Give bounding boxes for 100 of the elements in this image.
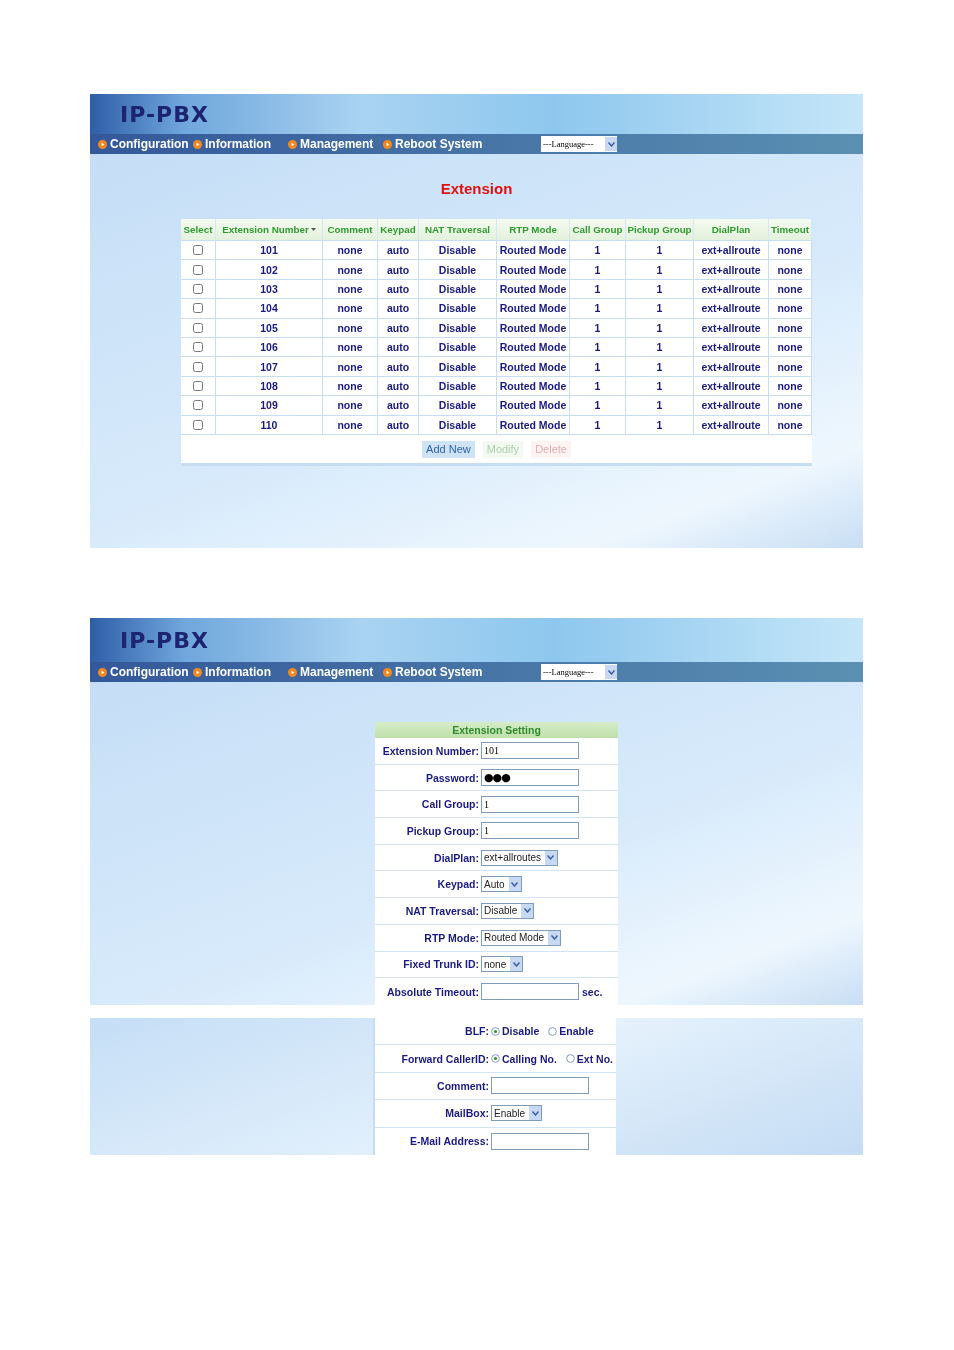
table-cell: none: [323, 279, 378, 299]
table-cell: none: [769, 396, 812, 415]
table-cell: none: [769, 376, 812, 396]
select-field[interactable]: Auto: [481, 876, 522, 893]
table-cell: none: [323, 357, 378, 376]
table-cell: Disable: [419, 337, 497, 357]
table-cell: 1: [570, 241, 626, 260]
table-cell: none: [769, 415, 812, 434]
radio-option[interactable]: Disable: [491, 1025, 540, 1038]
radio-option[interactable]: Calling No.: [491, 1052, 557, 1065]
row-checkbox[interactable]: [193, 419, 203, 430]
field-label: Keypad:: [437, 878, 479, 891]
row-checkbox[interactable]: [193, 245, 203, 256]
row-checkbox[interactable]: [193, 283, 203, 294]
field-label: Comment:: [437, 1079, 489, 1092]
table-cell: Routed Mode: [497, 260, 570, 279]
table-cell: Routed Mode: [497, 318, 570, 337]
row-checkbox[interactable]: [193, 361, 203, 372]
table-cell: 108: [216, 376, 323, 396]
text-field[interactable]: 101: [481, 742, 579, 760]
table-cell: Disable: [419, 299, 497, 318]
table-cell: 1: [626, 396, 694, 415]
row-checkbox[interactable]: [193, 264, 203, 275]
select-field[interactable]: ext+allroutes: [481, 849, 558, 866]
table-cell: 1: [626, 299, 694, 318]
select-field[interactable]: Routed Mode: [481, 929, 562, 946]
field-label: Password:: [425, 771, 479, 784]
table-cell: none: [323, 396, 378, 415]
field-label: NAT Traversal:: [405, 904, 479, 917]
table-cell: Routed Mode: [497, 396, 570, 415]
table-cell: 1: [626, 415, 694, 434]
table-cell: Disable: [419, 415, 497, 434]
field-label: E-Mail Address:: [410, 1135, 489, 1148]
radio-option[interactable]: Ext No.: [565, 1052, 613, 1065]
nav-item[interactable]: Information: [193, 137, 288, 151]
table-cell: ext+allroute: [694, 396, 769, 415]
table-cell: 1: [626, 357, 694, 376]
form-title: Extension Setting: [375, 722, 618, 738]
nav-item[interactable]: Management: [288, 137, 383, 151]
play-icon: [98, 667, 107, 677]
row-checkbox[interactable]: [193, 400, 203, 411]
password-field[interactable]: ●●●: [481, 769, 579, 787]
field-label: Call Group:: [421, 798, 479, 811]
table-cell: 1: [570, 318, 626, 337]
table-cell: auto: [378, 299, 419, 318]
nav-item[interactable]: Management: [288, 665, 383, 679]
field-label: Extension Number:: [382, 744, 479, 757]
table-cell: 1: [626, 337, 694, 357]
row-checkbox[interactable]: [193, 380, 203, 391]
select-field[interactable]: Enable: [491, 1105, 543, 1122]
table-cell: none: [769, 299, 812, 318]
column-header: Timeout: [769, 219, 812, 240]
nav-item[interactable]: Configuration: [98, 665, 193, 679]
column-header: Call Group: [570, 219, 626, 240]
sort-icon: [310, 228, 316, 231]
play-icon: [288, 667, 297, 677]
select-field[interactable]: Disable: [481, 902, 535, 919]
text-field[interactable]: 1: [481, 795, 579, 813]
table-cell: none: [769, 260, 812, 279]
table-cell: 1: [570, 376, 626, 396]
nav-item[interactable]: Information: [193, 665, 288, 679]
table-cell: Disable: [419, 357, 497, 376]
row-checkbox[interactable]: [193, 303, 203, 314]
table-cell: none: [323, 241, 378, 260]
nav-item[interactable]: Configuration: [98, 137, 193, 151]
column-header: Comment: [323, 219, 378, 240]
field-label: MailBox:: [445, 1107, 489, 1120]
table-cell: Disable: [419, 396, 497, 415]
table-cell: 104: [216, 299, 323, 318]
field-label: BLF:: [465, 1025, 489, 1038]
add-button[interactable]: Add New: [422, 440, 475, 458]
table-cell: 1: [570, 299, 626, 318]
table-cell: none: [769, 357, 812, 376]
table-cell: 1: [626, 241, 694, 260]
table-cell: auto: [378, 241, 419, 260]
table-cell: ext+allroute: [694, 415, 769, 434]
column-header: Select: [181, 219, 216, 240]
text-field[interactable]: 1: [481, 822, 579, 840]
table-cell: 1: [570, 279, 626, 299]
column-header: NAT Traversal: [419, 219, 497, 240]
table-cell: 1: [570, 396, 626, 415]
table-cell: ext+allroute: [694, 318, 769, 337]
table-cell: none: [769, 241, 812, 260]
radio-option[interactable]: Enable: [548, 1025, 594, 1038]
table-cell: Routed Mode: [497, 279, 570, 299]
row-checkbox[interactable]: [193, 342, 203, 353]
column-header: Keypad: [378, 219, 419, 240]
text-field[interactable]: [481, 983, 579, 1001]
text-field[interactable]: [491, 1132, 589, 1150]
table-cell: 109: [216, 396, 323, 415]
select-field[interactable]: none: [481, 956, 524, 973]
language-select[interactable]: ---Language---: [541, 136, 617, 152]
table-cell: auto: [378, 260, 419, 279]
language-select[interactable]: ---Language---: [541, 664, 617, 680]
row-checkbox[interactable]: [193, 322, 203, 333]
table-cell: auto: [378, 318, 419, 337]
table-cell: none: [323, 337, 378, 357]
table-cell: auto: [378, 337, 419, 357]
text-field[interactable]: [491, 1077, 589, 1095]
table-cell: 101: [216, 241, 323, 260]
